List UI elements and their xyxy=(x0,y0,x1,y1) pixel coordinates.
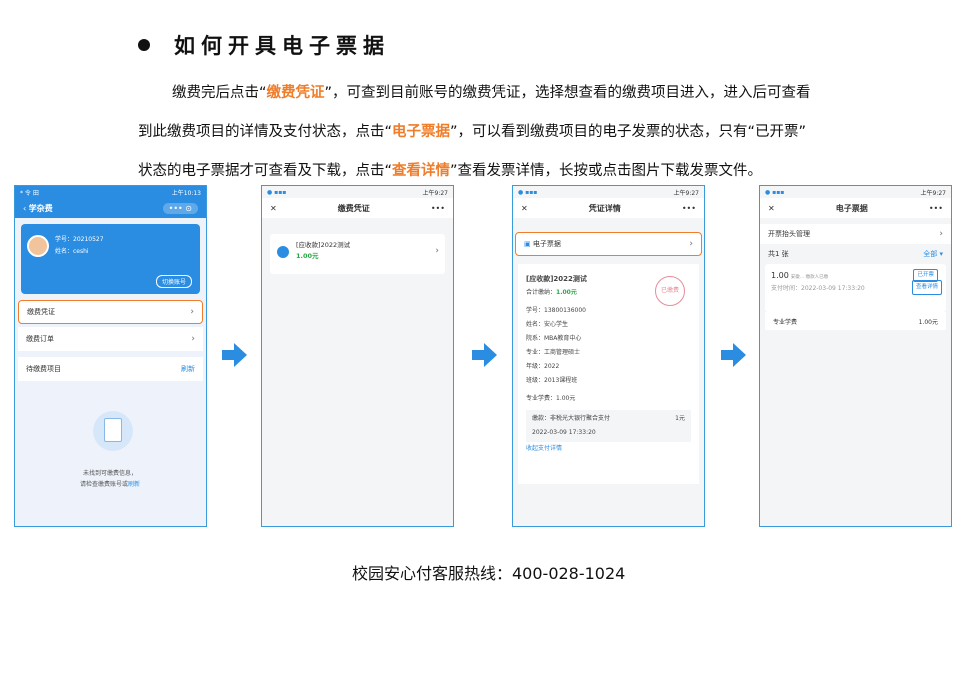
e-invoice-entry[interactable]: ▣ 电子票据 › xyxy=(515,232,702,256)
heading-title: 如何开具电子票据 xyxy=(174,34,390,58)
screenshot-tuition-home: * 令 田上午10:13 ‹ 学杂费 ••• ⊙ 学号：20210527 姓名：… xyxy=(14,185,207,527)
paragraph-line-1: 缴费完后点击“缴费凭证”，可查到目前账号的缴费凭证，选择想查看的缴费项目进入，进… xyxy=(172,85,811,101)
screenshot-voucher-detail: ● ▪▪▪ 上午9:27 ✕ 凭证详情 ••• ▣ 电子票据 › [应收款]2022测… xyxy=(512,185,705,527)
menu-payment-orders[interactable]: 缴费订单 › xyxy=(18,327,203,351)
paid-seal: 已缴费 xyxy=(655,276,685,306)
hotline-footer: 校园安心付客服热线：400-028-1024 xyxy=(352,564,626,583)
status-bar: ● ▪▪▪ 上午9:27 xyxy=(513,186,704,198)
arrow-right-icon xyxy=(721,343,746,367)
invoice-item[interactable]: 1.00 安徽… 缴款人已缴 支付时间：2022-03-09 17:33:20 … xyxy=(765,264,946,312)
chevron-right-icon: › xyxy=(191,334,195,344)
menu-pending-items[interactable]: 待缴费项目 刷新 xyxy=(18,357,203,381)
filter-dropdown[interactable]: 全部 ▾ xyxy=(923,249,943,259)
view-details-button[interactable]: 查看详情 xyxy=(911,280,942,295)
more-icon[interactable]: ••• xyxy=(929,204,943,213)
invoice-count-bar: 共1 张全部 ▾ xyxy=(768,249,943,259)
collapse-payment-detail-link[interactable]: 收起支付详情 xyxy=(526,442,691,456)
nav-bar: ✕ 电子票据 ••• xyxy=(760,198,951,218)
student-id: 学号：20210527 xyxy=(55,236,104,243)
document-icon xyxy=(104,418,122,442)
menu-payment-voucher[interactable]: 缴费凭证 › xyxy=(18,300,203,324)
invoice-icon: ▣ xyxy=(524,240,533,248)
chevron-right-icon: › xyxy=(190,307,194,317)
highlight-view-details: 查看详情 xyxy=(392,163,451,179)
status-bar: ● ▪▪▪ 上午9:27 xyxy=(760,186,951,198)
bullet-icon xyxy=(138,39,150,51)
nav-bar: ✕ 缴费凭证 ••• xyxy=(262,198,453,218)
receipt-icon xyxy=(277,246,289,258)
arrow-right-icon xyxy=(472,343,497,367)
status-bar: ● ▪▪▪ 上午9:27 xyxy=(262,186,453,198)
refresh-link[interactable]: 刷新 xyxy=(181,364,195,374)
student-name: 姓名：ceshi xyxy=(55,248,89,255)
payment-detail-box: 缴款：非税光大银行聚合支付 1元 2022-03-09 17:33:20 xyxy=(526,410,691,442)
close-icon[interactable]: ✕ xyxy=(521,204,528,213)
more-menu-icon[interactable]: ••• ⊙ xyxy=(162,202,198,214)
invoice-line-item: 专业学费 1.00元 xyxy=(765,312,946,330)
screenshot-e-invoice: ● ▪▪▪ 上午9:27 ✕ 电子票据 ••• 开票抬头管理 › 共1 张全部 ▾ 1.… xyxy=(759,185,952,527)
more-icon[interactable]: ••• xyxy=(682,204,696,213)
screenshot-payment-voucher: ● ▪▪▪ 上午9:27 ✕ 缴费凭证 ••• [应收款]2022测试 1.00元 › xyxy=(261,185,454,527)
close-icon[interactable]: ✕ xyxy=(270,204,277,213)
more-icon[interactable]: ••• xyxy=(431,204,445,213)
voucher-item[interactable]: [应收款]2022测试 1.00元 › xyxy=(270,234,445,274)
chevron-right-icon: › xyxy=(689,239,693,249)
switch-account-button[interactable]: 切换账号 xyxy=(155,275,192,288)
highlight-e-invoice: 电子票据 xyxy=(392,124,451,140)
highlight-payment-voucher: 缴费凭证 xyxy=(266,85,325,101)
avatar xyxy=(27,235,49,257)
paragraph-line-3: 状态的电子票据才可查看及下载，点击“查看详情”查看发票详情，长按或点击图片下载发… xyxy=(138,163,763,179)
paragraph-line-2: 到此缴费项目的详情及支付状态，点击“电子票据”，可以看到缴费项目的电子发票的状态… xyxy=(138,124,807,140)
invoice-header-management[interactable]: 开票抬头管理 › xyxy=(760,224,951,244)
chevron-right-icon: › xyxy=(939,229,943,239)
close-icon[interactable]: ✕ xyxy=(768,204,775,213)
section-heading: 如何开具电子票据 xyxy=(138,30,390,60)
status-bar: * 令 田上午10:13 xyxy=(15,186,206,198)
voucher-detail-card: [应收款]2022测试 合计缴纳：1.00元 已缴费 学号：1380013600… xyxy=(518,264,699,484)
instruction-paragraph: 缴费完后点击“缴费凭证”，可查到目前账号的缴费凭证，选择想查看的缴费项目进入，进… xyxy=(138,74,838,191)
chevron-right-icon: › xyxy=(435,246,439,256)
student-card: 学号：20210527 姓名：ceshi 切换账号 xyxy=(21,224,200,294)
nav-bar: ‹ 学杂费 ••• ⊙ xyxy=(15,198,206,218)
empty-state-text: 未找到可缴费信息， 请检查缴费账号或刷新 xyxy=(79,470,141,488)
nav-bar: ✕ 凭证详情 ••• xyxy=(513,198,704,218)
arrow-right-icon xyxy=(222,343,247,367)
